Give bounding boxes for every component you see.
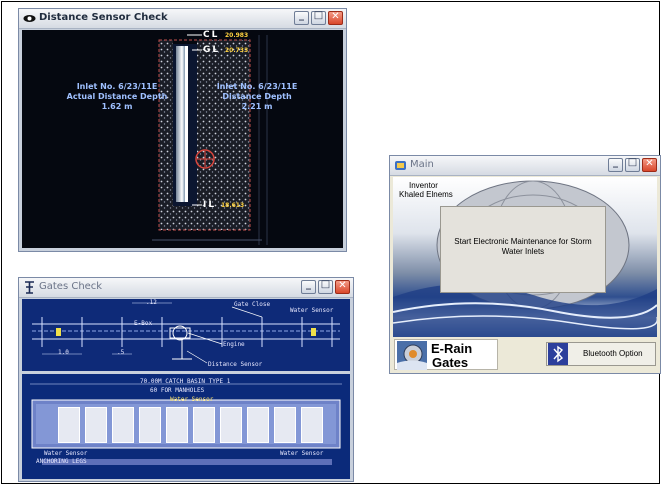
actual-depth-label: Inlet No. 6/23/11E Actual Distance Depth… xyxy=(66,82,168,111)
close-button[interactable]: ✕ xyxy=(335,280,350,294)
window-title: Main xyxy=(410,159,434,170)
dim-2: .5 xyxy=(117,349,125,356)
water-sensor-top-label: Water Sensor xyxy=(290,307,334,314)
brand-panel: E-Rain Gates xyxy=(394,339,498,370)
main-background: Inventor Khaled Elnems Start Electronic … xyxy=(393,177,657,337)
value-il: 18.613 xyxy=(221,202,245,209)
close-button[interactable]: ✕ xyxy=(642,158,657,172)
start-maintenance-button[interactable]: Start Electronic Maintenance for Storm W… xyxy=(440,206,606,293)
main-window: Main _ □ ✕ Inventor Khaled Elnems Start … xyxy=(389,155,661,374)
minimize-button[interactable]: _ xyxy=(608,157,623,172)
maximize-button[interactable]: □ xyxy=(318,279,333,294)
distance-sensor-window: Distance Sensor Check _ □ ✕ CL 20.983 GL… xyxy=(18,8,347,252)
marker-gl: GL xyxy=(203,45,221,55)
gate-slat xyxy=(274,407,296,443)
gate-slat xyxy=(58,407,80,443)
dim-1: 1.0 xyxy=(58,349,69,356)
sensor-view: CL 20.983 GL 20.733 IL 18.613 Inlet No. … xyxy=(22,30,343,248)
basin-plan-drawing: 70.00M CATCH BASIN TYPE 1 60 FOR MANHOLE… xyxy=(22,374,350,479)
gate-slat xyxy=(139,407,161,443)
bluetooth-button[interactable]: Bluetooth Option xyxy=(546,342,656,366)
gate-slat-row xyxy=(58,407,323,443)
value-gl: 20.733 xyxy=(225,47,249,54)
title-bar[interactable]: Main _ □ ✕ xyxy=(390,156,660,176)
app-icon xyxy=(395,161,406,170)
water-sensor-right-label: Water Sensor xyxy=(280,450,324,457)
maximize-button[interactable]: □ xyxy=(311,10,326,25)
title-bar[interactable]: Distance Sensor Check _ □ ✕ xyxy=(19,9,346,29)
window-title: Distance Sensor Check xyxy=(39,12,168,23)
minimize-button[interactable]: _ xyxy=(301,279,316,294)
bluetooth-label: Bluetooth Option xyxy=(583,349,643,358)
engine-label: Engine xyxy=(223,341,245,348)
gate-slat xyxy=(301,407,323,443)
window-title: Gates Check xyxy=(39,281,103,292)
brand-line-2: Gates xyxy=(432,355,469,370)
anchoring-legs-label: ANCHORING LEGS xyxy=(36,458,87,465)
inventor-label: Inventor xyxy=(409,181,438,190)
gate-elevation-drawing: Gate Close Water Sensor E-Box Engine Dis… xyxy=(22,299,350,371)
gate-slat xyxy=(112,407,134,443)
title-bar[interactable]: Gates Check _ □ ✕ xyxy=(19,278,353,298)
sensor-shaft-drawing xyxy=(152,34,268,245)
e-box-label: E-Box xyxy=(134,320,153,327)
bluetooth-icon xyxy=(548,343,568,365)
marker-cl: CL xyxy=(203,30,220,40)
start-maintenance-label: Start Electronic Maintenance for Storm W… xyxy=(454,236,592,256)
gate-slat xyxy=(193,407,215,443)
close-button[interactable]: ✕ xyxy=(328,11,343,25)
minimize-button[interactable]: _ xyxy=(294,10,309,25)
dim-3: .12 xyxy=(146,299,157,306)
water-sensor-left-label: Water Sensor xyxy=(44,450,88,457)
maximize-button[interactable]: □ xyxy=(625,157,640,172)
value-cl: 20.983 xyxy=(225,32,249,39)
globe-logo-icon xyxy=(397,341,427,370)
gate-slat xyxy=(85,407,107,443)
brand-line-1: E-Rain xyxy=(431,341,473,356)
gate-icon xyxy=(25,281,34,294)
distance-sensor-label: Distance Sensor xyxy=(208,361,263,368)
gate-slat xyxy=(247,407,269,443)
bottom-bar: E-Rain Gates Bluetooth Option xyxy=(393,338,657,371)
inventor-name: Khaled Elnems xyxy=(399,190,453,199)
distance-depth-label: Inlet No. 6/23/11E Distance Depth 2.21 m xyxy=(216,82,298,111)
eye-icon xyxy=(23,15,36,22)
gate-slat xyxy=(166,407,188,443)
gate-close-label: Gate Close xyxy=(234,301,271,308)
gate-slat xyxy=(220,407,242,443)
basin-label-2: 60 FOR MANHOLES xyxy=(150,387,205,394)
gates-check-window: Gates Check _ □ ✕ Gate Close Water Senso… xyxy=(18,277,354,482)
water-sensor-mid-label: Water Sensor xyxy=(170,396,214,403)
marker-il: IL xyxy=(203,200,217,210)
basin-label-1: 70.00M CATCH BASIN TYPE 1 xyxy=(140,378,231,385)
